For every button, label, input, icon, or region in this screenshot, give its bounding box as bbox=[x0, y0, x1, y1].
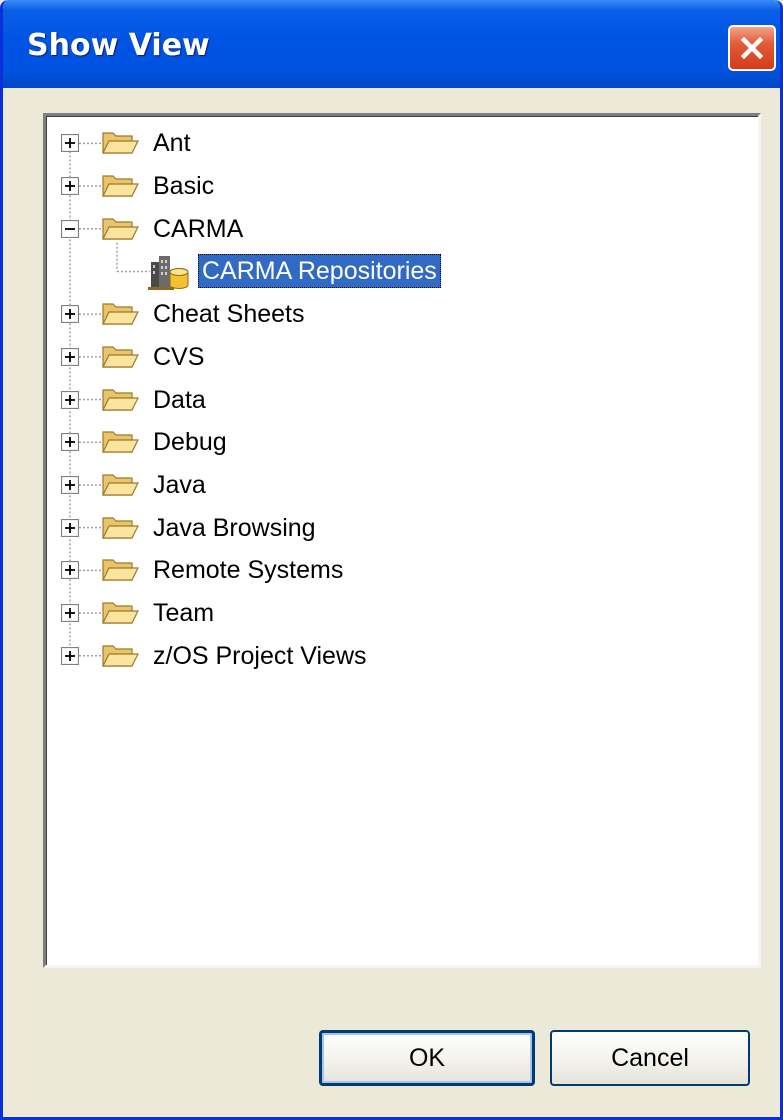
plus-box-icon[interactable] bbox=[61, 604, 79, 623]
tree-item-label: CARMA bbox=[153, 214, 244, 243]
plus-box-icon[interactable] bbox=[61, 305, 79, 324]
plus-box-icon[interactable] bbox=[61, 518, 79, 537]
folder-open-icon bbox=[102, 218, 139, 240]
tree-item[interactable]: Basic bbox=[46, 166, 746, 206]
tree-item-label: Data bbox=[153, 385, 206, 414]
tree-item-label: CARMA Repositories bbox=[198, 254, 441, 289]
folder-open-icon bbox=[102, 645, 139, 667]
tree-item[interactable]: CARMA Repositories bbox=[46, 251, 746, 291]
folder-open-icon bbox=[102, 388, 139, 411]
tree-item[interactable]: Remote Systems bbox=[46, 550, 746, 590]
folder-open-icon bbox=[102, 602, 139, 624]
dialog-title: Show View bbox=[27, 28, 210, 63]
folder-open-icon bbox=[102, 431, 139, 453]
folder-open-icon bbox=[102, 175, 139, 197]
tree-item-label: Cheat Sheets bbox=[153, 300, 305, 329]
folder-open-icon bbox=[102, 346, 139, 368]
plus-box-icon[interactable] bbox=[61, 646, 79, 665]
folder-open-icon bbox=[102, 559, 139, 581]
cancel-button[interactable]: Cancel bbox=[550, 1030, 750, 1086]
tree-item-label: z/OS Project Views bbox=[153, 641, 367, 670]
tree-item[interactable]: CARMA bbox=[46, 209, 746, 249]
close-icon bbox=[740, 36, 764, 60]
tree-item-label: Ant bbox=[153, 129, 191, 158]
tree-item-label: Debug bbox=[153, 428, 227, 457]
close-button[interactable] bbox=[728, 25, 776, 71]
tree-item[interactable]: Cheat Sheets bbox=[46, 294, 746, 334]
folder-open-icon bbox=[102, 517, 139, 539]
plus-box-icon[interactable] bbox=[61, 561, 79, 580]
tree-item[interactable]: Debug bbox=[46, 422, 746, 462]
folder-open-icon bbox=[102, 303, 139, 325]
plus-box-icon[interactable] bbox=[61, 390, 79, 409]
tree-item-label: Java Browsing bbox=[153, 513, 316, 542]
tree-item[interactable]: Ant bbox=[46, 123, 746, 163]
title-bar[interactable]: Show View bbox=[3, 0, 780, 88]
repository-icon bbox=[148, 256, 189, 291]
plus-box-icon[interactable] bbox=[61, 177, 79, 196]
tree-item[interactable]: Data bbox=[46, 380, 746, 420]
tree-item-label: Remote Systems bbox=[153, 556, 344, 585]
tree-item[interactable]: z/OS Project Views bbox=[46, 636, 746, 676]
tree-item[interactable]: Java bbox=[46, 465, 746, 505]
ok-button[interactable]: OK bbox=[319, 1030, 535, 1086]
plus-box-icon[interactable] bbox=[61, 475, 79, 494]
tree-item-label: Basic bbox=[153, 172, 215, 201]
plus-box-icon[interactable] bbox=[61, 433, 79, 452]
tree-item[interactable]: CVS bbox=[46, 337, 746, 377]
folder-open-icon bbox=[102, 132, 139, 154]
tree-item-label: Java bbox=[153, 470, 206, 499]
plus-box-icon[interactable] bbox=[61, 134, 79, 153]
tree-item[interactable]: Java Browsing bbox=[46, 508, 746, 548]
tree-item-label: Team bbox=[153, 599, 215, 628]
show-view-dialog: Show View Ant Basic CARMA CARMA Repositorie… bbox=[0, 0, 783, 1120]
minus-box-icon[interactable] bbox=[61, 219, 79, 238]
view-tree[interactable]: Ant Basic CARMA CARMA Repositories Cheat She… bbox=[43, 113, 761, 968]
tree-item-label: CVS bbox=[153, 342, 205, 371]
tree-item[interactable]: Team bbox=[46, 593, 746, 633]
folder-open-icon bbox=[102, 474, 139, 496]
plus-box-icon[interactable] bbox=[61, 347, 79, 366]
